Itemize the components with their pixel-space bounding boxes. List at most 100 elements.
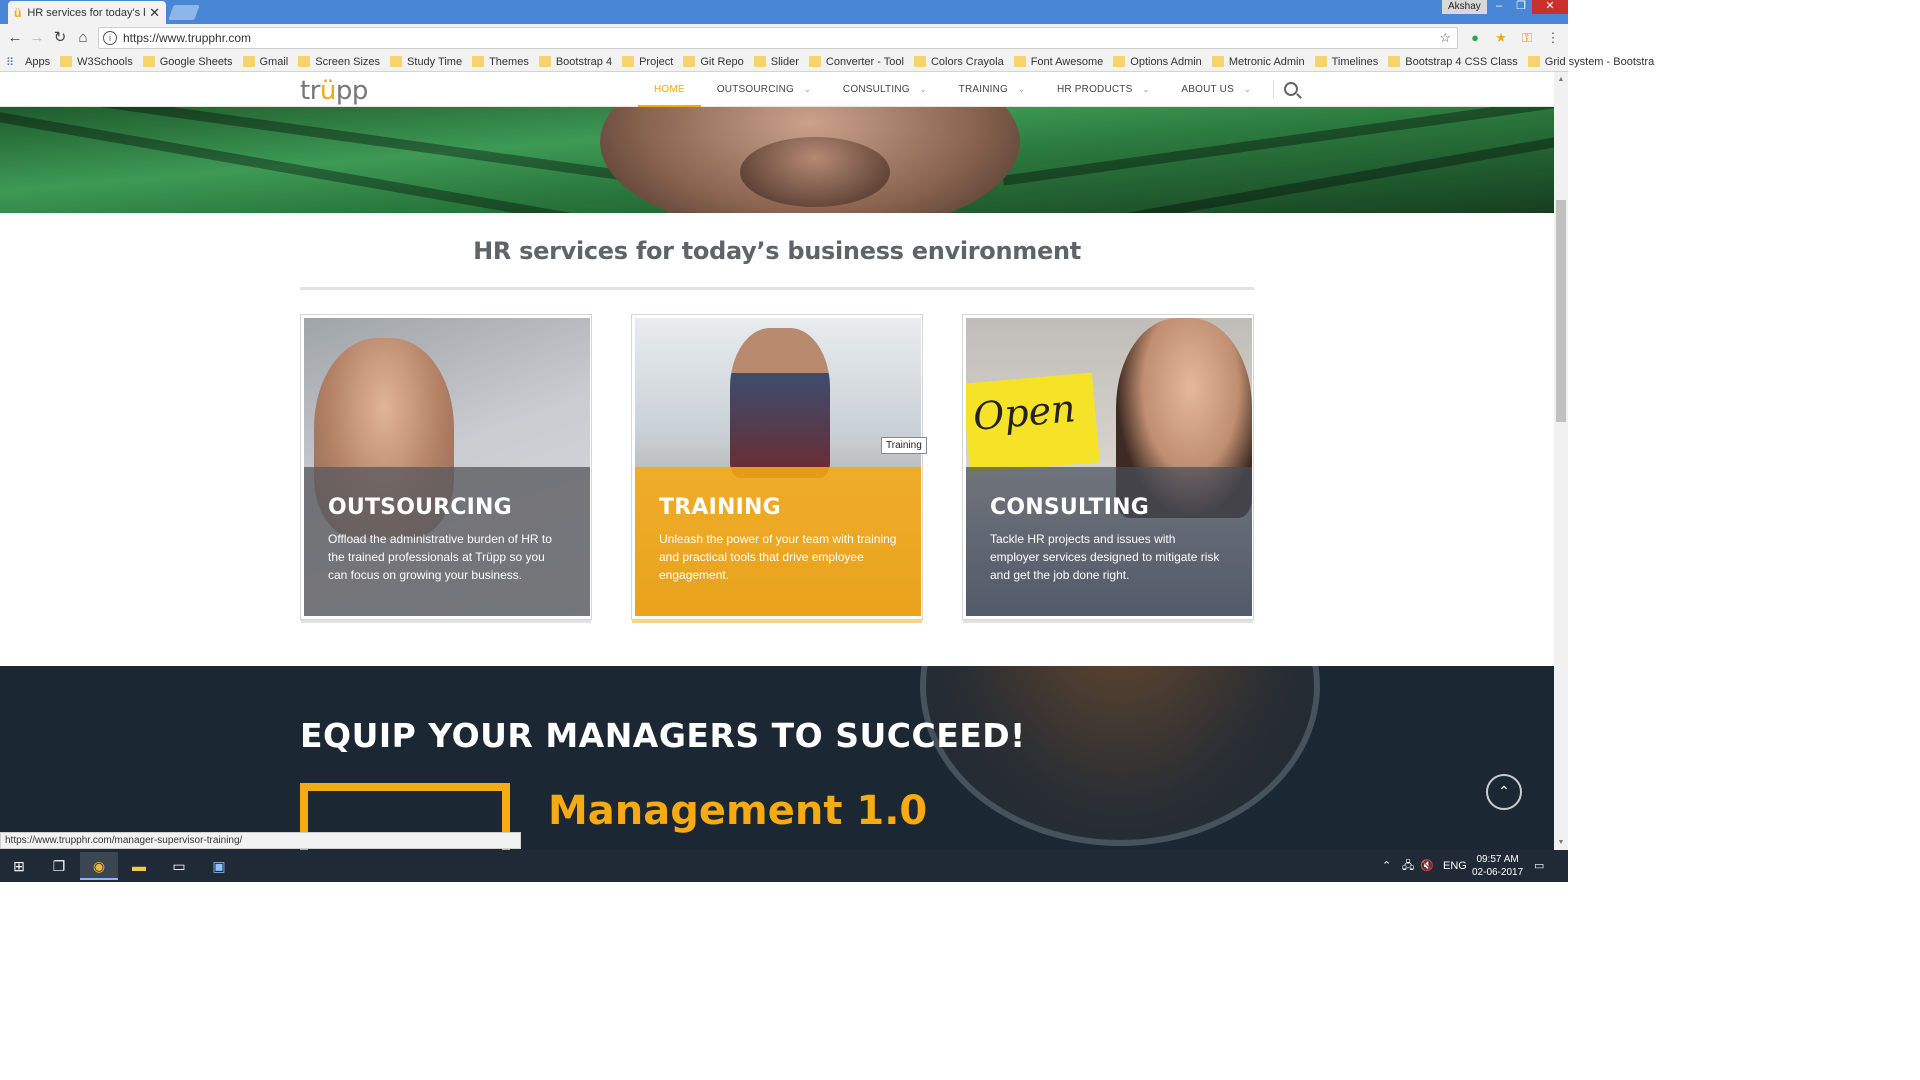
file-explorer-icon[interactable]: ▬ <box>120 852 158 880</box>
status-bar: https://www.trupphr.com/manager-supervis… <box>0 832 521 849</box>
bookmark-item[interactable]: W3Schools <box>60 56 133 68</box>
volume-muted-icon[interactable]: 🔇 <box>1420 850 1434 882</box>
bookmark-item[interactable]: Metronic Admin <box>1211 55 1305 68</box>
bookmark-label: Screen Sizes <box>315 55 381 68</box>
extension-star-icon[interactable]: ★ <box>1493 30 1509 46</box>
gmail-icon <box>242 56 255 67</box>
nav-item-about-us[interactable]: ABOUT US ⌄ <box>1165 72 1266 107</box>
nav-item-hr-products[interactable]: HR PRODUCTS ⌄ <box>1041 72 1165 107</box>
bookmark-item[interactable]: Options Admin <box>1113 56 1202 68</box>
scroll-up-icon[interactable]: ▲ <box>1554 76 1568 83</box>
url-text: https://www.trupphr.com <box>123 31 252 45</box>
site-info-icon[interactable]: i <box>103 31 117 45</box>
bootstrap-icon <box>1388 56 1401 67</box>
browser-tab[interactable]: ü HR services for today's b ✕ <box>8 1 166 24</box>
bookmark-item[interactable]: ⠿ Apps <box>6 56 50 70</box>
section-title: HR services for today’s business environ… <box>473 237 1081 265</box>
minimize-icon[interactable]: – <box>1488 0 1510 14</box>
network-icon[interactable]: 🖧 <box>1402 850 1414 882</box>
consulting-card[interactable]: Open CONSULTING Tackle HR projects and i… <box>962 314 1254 623</box>
back-icon[interactable]: ← <box>6 29 24 47</box>
manager-training-section: EQUIP YOUR MANAGERS TO SUCCEED! Manageme… <box>0 666 1554 850</box>
tab-close-icon[interactable]: ✕ <box>149 5 160 21</box>
bookmark-item[interactable]: Screen Sizes <box>298 56 380 68</box>
search-icon[interactable] <box>1283 82 1298 96</box>
start-windows-icon[interactable]: ⊞ <box>0 852 38 880</box>
open-sign: Open <box>966 372 1100 474</box>
language-indicator[interactable]: ENG <box>1443 850 1467 882</box>
nav-item-home[interactable]: HOME <box>638 72 701 107</box>
bookmark-item[interactable]: Themes <box>472 56 529 68</box>
reload-icon[interactable]: ↻ <box>51 29 69 47</box>
task-view-icon[interactable]: ❐ <box>40 852 78 880</box>
sheets-icon <box>142 56 155 67</box>
bookmark-item[interactable]: Slider <box>753 56 799 68</box>
bookmark-label: Google Sheets <box>159 55 233 68</box>
bookmark-label: Font Awesome <box>1030 55 1104 68</box>
bookmark-label: Gmail <box>259 55 289 68</box>
bookmark-item[interactable]: Converter - Tool <box>808 56 904 68</box>
address-bar[interactable]: i https://www.trupphr.com ☆ <box>98 27 1458 49</box>
nav-item-outsourcing[interactable]: OUTSOURCING ⌄ <box>701 72 827 107</box>
chrome-taskbar-icon[interactable]: ◉ <box>80 852 118 880</box>
bookmarks-bar: ⠿ Apps W3Schools Google Sheets Gmail Screen S… <box>0 52 1654 72</box>
bookmark-label: W3Schools <box>77 55 133 68</box>
main-nav: HOME OUTSOURCING ⌄ CONSULTING ⌄ TRAINING ⌄ HR P… <box>638 72 1298 107</box>
profile-button[interactable]: Akshay <box>1442 0 1487 14</box>
chevron-down-icon: ⌄ <box>804 85 811 94</box>
chevron-down-icon: ⌄ <box>1142 85 1150 94</box>
extension-green-icon[interactable]: ● <box>1467 30 1483 46</box>
outsourcing-card[interactable]: OUTSOURCING Offload the administrative b… <box>300 314 592 623</box>
w3schools-icon <box>60 56 73 67</box>
restore-icon[interactable]: ❐ <box>1510 0 1532 14</box>
page-scrollbar[interactable]: ▲ ▼ <box>1554 72 1568 850</box>
trupp-logo[interactable]: trüpp <box>300 76 368 106</box>
card-title: OUTSOURCING <box>328 495 512 520</box>
photos-icon[interactable]: ▣ <box>200 852 238 880</box>
bookmark-item[interactable]: Gmail <box>242 55 289 68</box>
bookmark-item[interactable]: Colors Crayola <box>913 56 1004 68</box>
bookmark-label: Themes <box>489 55 529 68</box>
tab-title: HR services for today's b <box>27 6 146 19</box>
chrome-menu-icon[interactable]: ⋮ <box>1545 30 1561 46</box>
bookmark-item[interactable]: Bootstrap 4 CSS Class <box>1388 56 1518 68</box>
bookmark-item[interactable]: Study Time <box>390 56 462 68</box>
bookmark-item[interactable]: Font Awesome <box>1013 55 1104 68</box>
bookmark-item[interactable]: Timelines <box>1314 56 1378 68</box>
bookmark-item[interactable]: Google Sheets <box>142 55 233 68</box>
bootstrap-b-icon <box>1527 56 1540 67</box>
bookmark-label: Options Admin <box>1130 55 1202 68</box>
clock[interactable]: 09:57 AM 02-06-2017 <box>1472 853 1523 879</box>
training-card[interactable]: TRAINING Unleash the power of your team … <box>631 314 923 623</box>
home-icon[interactable]: ⌂ <box>74 29 92 47</box>
lamp-image <box>920 666 1320 846</box>
window-close-icon[interactable]: ✕ <box>1532 0 1568 14</box>
bookmark-label: Git Repo <box>700 55 744 68</box>
scroll-to-top-button[interactable]: ⌃ <box>1486 774 1522 810</box>
bookmark-item[interactable]: Bootstrap 4 <box>538 56 612 68</box>
page-icon <box>1211 56 1224 67</box>
training-card-image: TRAINING Unleash the power of your team … <box>635 318 921 616</box>
bookmark-label: Metronic Admin <box>1228 55 1305 68</box>
bookmark-label: Project <box>639 55 674 68</box>
scroll-down-icon[interactable]: ▼ <box>1554 839 1568 846</box>
folder-icon <box>622 56 635 67</box>
forward-icon[interactable]: → <box>28 29 46 47</box>
card-description: Unleash the power of your team with trai… <box>659 532 897 582</box>
management-title[interactable]: Management 1.0 <box>548 788 927 834</box>
section-divider <box>300 287 1254 290</box>
terminal-icon[interactable]: ▭ <box>160 852 198 880</box>
bookmark-item[interactable]: Git Repo <box>683 55 744 68</box>
bookmark-star-icon[interactable]: ☆ <box>1439 30 1451 46</box>
tray-chevron-icon[interactable]: ⌃ <box>1382 850 1391 882</box>
new-tab-button[interactable] <box>168 5 200 20</box>
scrollbar-thumb[interactable] <box>1556 200 1566 422</box>
folder-icon <box>390 56 403 67</box>
bookmark-item[interactable]: Project <box>622 56 673 68</box>
notifications-icon[interactable]: ▭ <box>1534 850 1544 882</box>
extension-key-icon[interactable]: ⚿ <box>1519 30 1535 46</box>
bookmark-item[interactable]: Grid system - Bootstra <box>1527 56 1654 68</box>
tooltip: Training <box>881 437 927 454</box>
nav-item-training[interactable]: TRAINING ⌄ <box>943 72 1041 107</box>
nav-item-consulting[interactable]: CONSULTING ⌄ <box>827 72 943 107</box>
